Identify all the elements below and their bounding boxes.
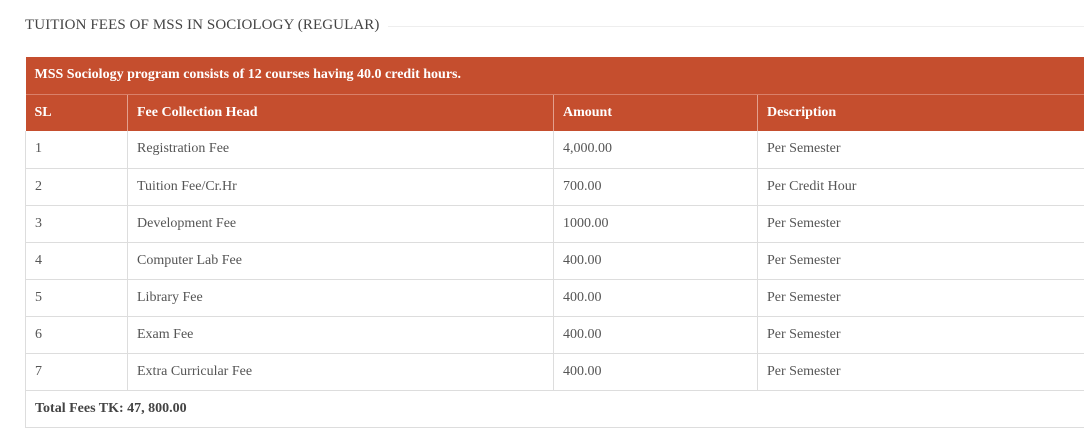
- cell-sl: 4: [25, 242, 128, 280]
- cell-amount: 700.00: [553, 168, 758, 206]
- column-header-description: Description: [757, 94, 1084, 131]
- column-header-sl: SL: [25, 94, 128, 131]
- tuition-fee-table: MSS Sociology program consists of 12 cou…: [25, 57, 1084, 428]
- cell-amount: 400.00: [553, 353, 758, 391]
- cell-amount: 400.00: [553, 242, 758, 280]
- table-row: 6 Exam Fee 400.00 Per Semester: [25, 316, 1084, 354]
- cell-sl: 3: [25, 205, 128, 243]
- table-caption-row: MSS Sociology program consists of 12 cou…: [25, 57, 1084, 95]
- cell-description: Per Semester: [757, 131, 1084, 169]
- cell-amount: 400.00: [553, 279, 758, 317]
- cell-sl: 5: [25, 279, 128, 317]
- table-header-row: SL Fee Collection Head Amount Descriptio…: [25, 94, 1084, 131]
- table-total-row: Total Fees TK: 47, 800.00: [25, 390, 1084, 428]
- cell-description: Per Semester: [757, 279, 1084, 317]
- table-row: 4 Computer Lab Fee 400.00 Per Semester: [25, 242, 1084, 280]
- cell-fee-head: Registration Fee: [127, 131, 554, 169]
- cell-description: Per Semester: [757, 353, 1084, 391]
- title-divider: [388, 25, 1084, 27]
- cell-fee-head: Extra Curricular Fee: [127, 353, 554, 391]
- cell-fee-head: Development Fee: [127, 205, 554, 243]
- table-row: 1 Registration Fee 4,000.00 Per Semester: [25, 131, 1084, 169]
- cell-description: Per Semester: [757, 242, 1084, 280]
- table-row: 5 Library Fee 400.00 Per Semester: [25, 279, 1084, 317]
- table-row: 7 Extra Curricular Fee 400.00 Per Semest…: [25, 353, 1084, 391]
- cell-description: Per Semester: [757, 205, 1084, 243]
- cell-amount: 4,000.00: [553, 131, 758, 169]
- table-caption: MSS Sociology program consists of 12 cou…: [25, 57, 1084, 95]
- cell-fee-head: Library Fee: [127, 279, 554, 317]
- page-title: TUITION FEES OF MSS IN SOCIOLOGY (REGULA…: [25, 16, 380, 33]
- column-header-amount: Amount: [553, 94, 758, 131]
- table-row: 2 Tuition Fee/Cr.Hr 700.00 Per Credit Ho…: [25, 168, 1084, 206]
- cell-description: Per Credit Hour: [757, 168, 1084, 206]
- cell-amount: 1000.00: [553, 205, 758, 243]
- cell-sl: 2: [25, 168, 128, 206]
- cell-fee-head: Computer Lab Fee: [127, 242, 554, 280]
- section-title: TUITION FEES OF MSS IN SOCIOLOGY (REGULA…: [25, 14, 1084, 36]
- cell-amount: 400.00: [553, 316, 758, 354]
- cell-sl: 6: [25, 316, 128, 354]
- table-row: 3 Development Fee 1000.00 Per Semester: [25, 205, 1084, 243]
- cell-fee-head: Exam Fee: [127, 316, 554, 354]
- cell-fee-head: Tuition Fee/Cr.Hr: [127, 168, 554, 206]
- cell-sl: 1: [25, 131, 128, 169]
- cell-description: Per Semester: [757, 316, 1084, 354]
- cell-sl: 7: [25, 353, 128, 391]
- column-header-fee-head: Fee Collection Head: [127, 94, 554, 131]
- total-fees: Total Fees TK: 47, 800.00: [25, 390, 1084, 428]
